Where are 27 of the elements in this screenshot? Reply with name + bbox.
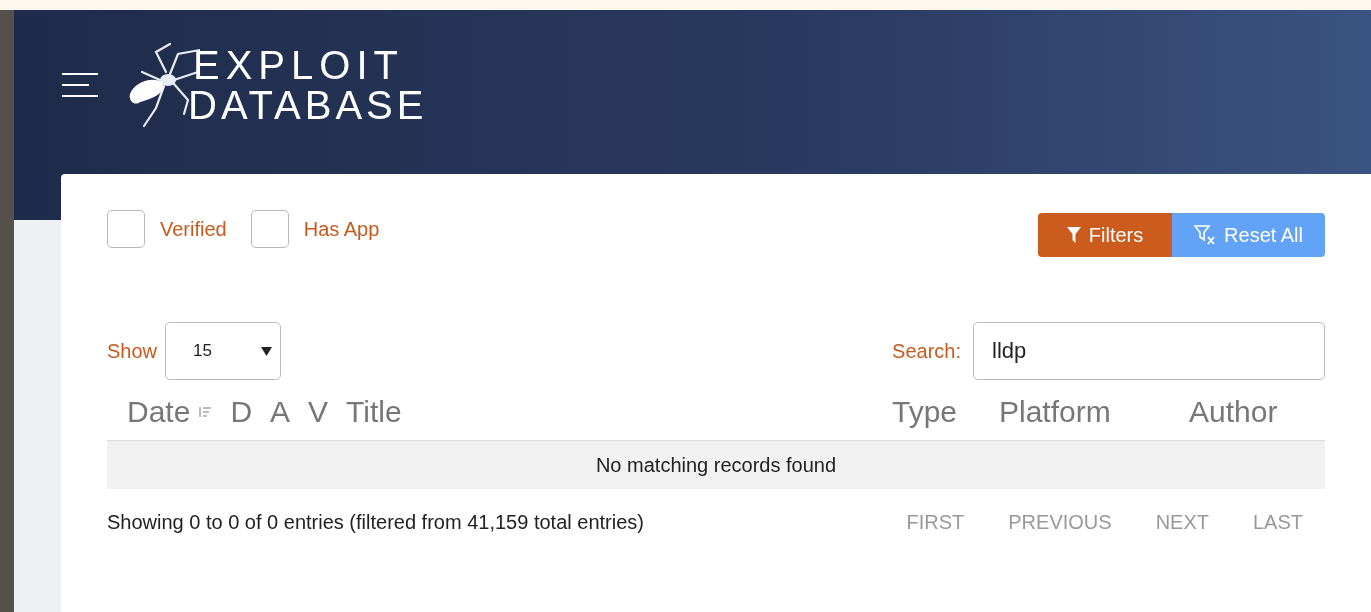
page-size-select[interactable]: 15 xyxy=(165,322,282,380)
filter-clear-icon xyxy=(1194,225,1217,245)
filters-button[interactable]: Filters xyxy=(1038,213,1173,257)
menu-icon[interactable] xyxy=(62,71,98,99)
search-label: Search: xyxy=(892,339,961,363)
checkbox-label[interactable]: Has App xyxy=(303,217,380,241)
show-label: Show xyxy=(107,339,158,363)
column-header[interactable]: V xyxy=(308,395,329,429)
checkbox[interactable] xyxy=(107,210,145,248)
filter-icon xyxy=(1066,227,1081,243)
reset-button[interactable]: Reset All xyxy=(1172,213,1325,257)
sort-icon[interactable] xyxy=(198,406,213,418)
column-header[interactable]: D xyxy=(230,395,253,429)
checkbox-label[interactable]: Verified xyxy=(160,217,227,241)
table-info-text: Showing 0 to 0 of 0 entries (filtered from 41,159 total entries) xyxy=(107,511,644,534)
caret-icon xyxy=(261,346,273,356)
search-field[interactable]: lldp xyxy=(973,322,1325,380)
column-header[interactable]: A xyxy=(270,395,291,429)
column-header[interactable]: Title xyxy=(346,395,402,429)
checkbox[interactable] xyxy=(250,210,289,248)
column-header[interactable]: Type xyxy=(892,395,958,429)
column-header[interactable]: Platform xyxy=(999,395,1111,429)
column-header[interactable]: Author xyxy=(1189,395,1278,429)
logo-text: EXPLOIT xyxy=(193,45,405,85)
empty-table-message: No matching records found xyxy=(107,440,1325,489)
column-header[interactable]: Date xyxy=(127,395,191,429)
logo-text: DATABASE xyxy=(188,85,428,125)
